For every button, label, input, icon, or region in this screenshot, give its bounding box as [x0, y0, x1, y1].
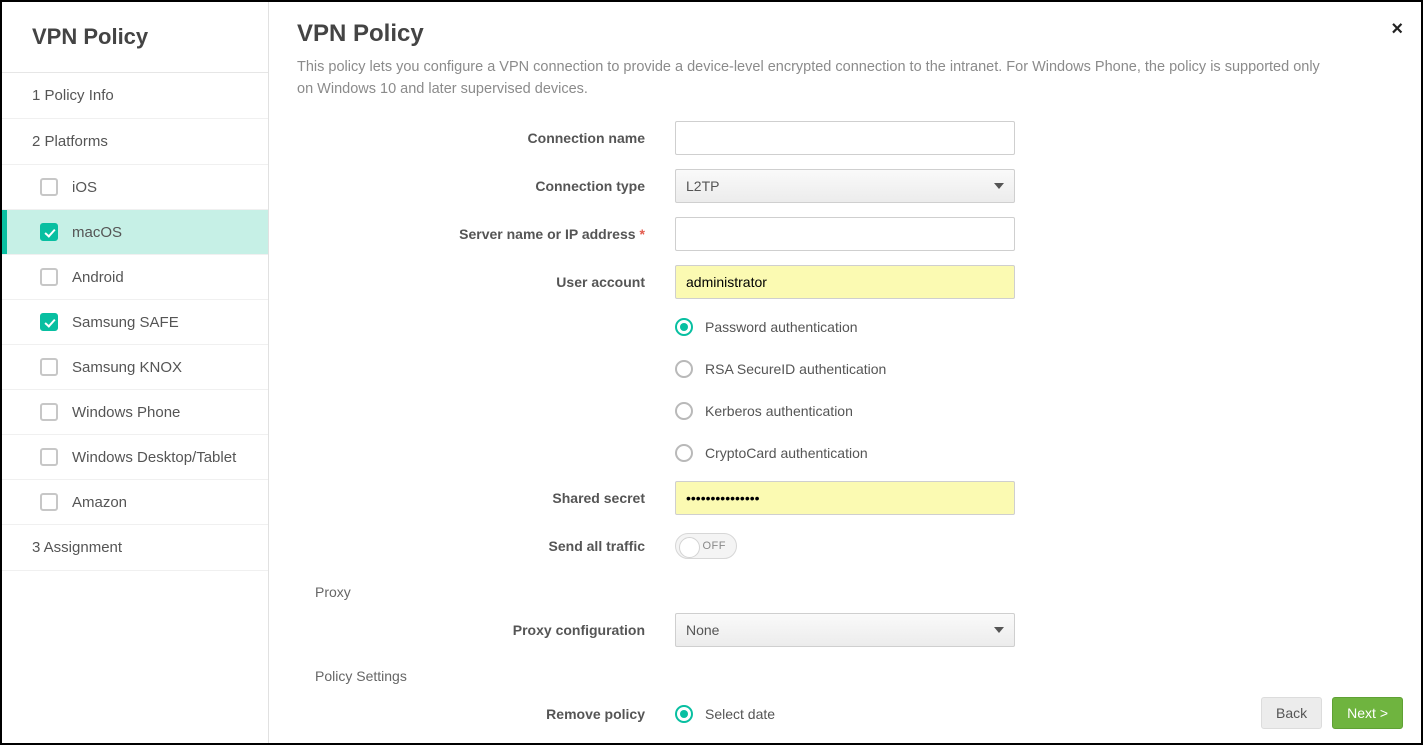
back-button[interactable]: Back — [1261, 697, 1322, 729]
label-proxy-config: Proxy configuration — [297, 622, 675, 638]
checkbox-icon[interactable] — [40, 493, 58, 511]
checkbox-icon[interactable] — [40, 403, 58, 421]
radio-label: CryptoCard authentication — [705, 445, 868, 461]
sidebar-label: 1 Policy Info — [32, 87, 114, 104]
radio-label: Select date — [705, 706, 775, 722]
sidebar-section-platforms[interactable]: 2 Platforms — [2, 119, 268, 165]
radio-label: Kerberos authentication — [705, 403, 853, 419]
sidebar-item-label: Samsung KNOX — [72, 359, 182, 376]
required-asterisk: * — [640, 226, 645, 242]
close-icon[interactable]: × — [1391, 18, 1403, 41]
section-proxy: Proxy — [297, 570, 1393, 606]
label-user-account: User account — [297, 274, 675, 290]
sidebar-item-windows-phone[interactable]: Windows Phone — [2, 390, 268, 435]
sidebar-item-label: macOS — [72, 224, 122, 241]
radio-icon — [675, 360, 693, 378]
section-policy-settings: Policy Settings — [297, 654, 1393, 690]
checkbox-icon[interactable] — [40, 358, 58, 376]
checkbox-icon[interactable] — [40, 178, 58, 196]
connection-type-select[interactable]: L2TP — [675, 169, 1015, 203]
shared-secret-input[interactable] — [675, 481, 1015, 515]
sidebar-item-android[interactable]: Android — [2, 255, 268, 300]
checkbox-icon[interactable] — [40, 313, 58, 331]
sidebar-item-amazon[interactable]: Amazon — [2, 480, 268, 525]
label-connection-type: Connection type — [297, 178, 675, 194]
select-value: L2TP — [686, 178, 719, 194]
label-connection-name: Connection name — [297, 130, 675, 146]
checkbox-icon[interactable] — [40, 223, 58, 241]
radio-icon — [675, 402, 693, 420]
select-value: None — [686, 622, 719, 638]
label-server: Server name or IP address * — [297, 226, 675, 242]
sidebar-item-label: Samsung SAFE — [72, 314, 179, 331]
next-button[interactable]: Next > — [1332, 697, 1403, 729]
server-input[interactable] — [675, 217, 1015, 251]
sidebar-item-label: Android — [72, 269, 124, 286]
label-send-all: Send all traffic — [297, 538, 675, 554]
proxy-config-select[interactable]: None — [675, 613, 1015, 647]
sidebar-label: 2 Platforms — [32, 133, 108, 150]
checkbox-icon[interactable] — [40, 268, 58, 286]
sidebar-item-label: Amazon — [72, 494, 127, 511]
chevron-down-icon — [994, 183, 1004, 189]
page-description: This policy lets you configure a VPN con… — [297, 56, 1337, 100]
radio-label: Password authentication — [705, 319, 858, 335]
toggle-state-label: OFF — [703, 540, 727, 552]
radio-kerberos-auth[interactable]: Kerberos authentication — [675, 390, 1393, 432]
radio-rsa-auth[interactable]: RSA SecureID authentication — [675, 348, 1393, 390]
radio-icon — [675, 444, 693, 462]
radio-icon — [675, 705, 693, 723]
send-all-toggle[interactable]: OFF — [675, 533, 737, 559]
footer-buttons: Back Next > — [1261, 697, 1403, 729]
page-title: VPN Policy — [297, 20, 1393, 48]
sidebar-item-label: Windows Desktop/Tablet — [72, 449, 236, 466]
sidebar-item-label: Windows Phone — [72, 404, 180, 421]
checkbox-icon[interactable] — [40, 448, 58, 466]
sidebar-label: 3 Assignment — [32, 539, 122, 556]
sidebar-item-windows-desktop[interactable]: Windows Desktop/Tablet — [2, 435, 268, 480]
sidebar-section-assignment[interactable]: 3 Assignment — [2, 525, 268, 571]
sidebar-item-macos[interactable]: macOS — [2, 210, 268, 255]
sidebar: VPN Policy 1 Policy Info 2 Platforms iOS… — [2, 2, 269, 743]
radio-icon — [675, 318, 693, 336]
label-remove-policy: Remove policy — [297, 706, 675, 722]
form: Connection name Connection type L2TP Ser… — [297, 114, 1393, 738]
sidebar-item-samsung-knox[interactable]: Samsung KNOX — [2, 345, 268, 390]
label-shared-secret: Shared secret — [297, 490, 675, 506]
radio-label: RSA SecureID authentication — [705, 361, 886, 377]
label-text: Server name or IP address — [459, 226, 635, 242]
sidebar-item-samsung-safe[interactable]: Samsung SAFE — [2, 300, 268, 345]
sidebar-item-ios[interactable]: iOS — [2, 165, 268, 210]
sidebar-section-policy-info[interactable]: 1 Policy Info — [2, 73, 268, 119]
sidebar-title: VPN Policy — [2, 2, 268, 73]
radio-password-auth[interactable]: Password authentication — [675, 306, 1393, 348]
main-panel: × VPN Policy This policy lets you config… — [269, 2, 1421, 743]
user-account-input[interactable] — [675, 265, 1015, 299]
sidebar-item-label: iOS — [72, 179, 97, 196]
chevron-down-icon — [994, 627, 1004, 633]
radio-cryptocard-auth[interactable]: CryptoCard authentication — [675, 432, 1393, 474]
connection-name-input[interactable] — [675, 121, 1015, 155]
